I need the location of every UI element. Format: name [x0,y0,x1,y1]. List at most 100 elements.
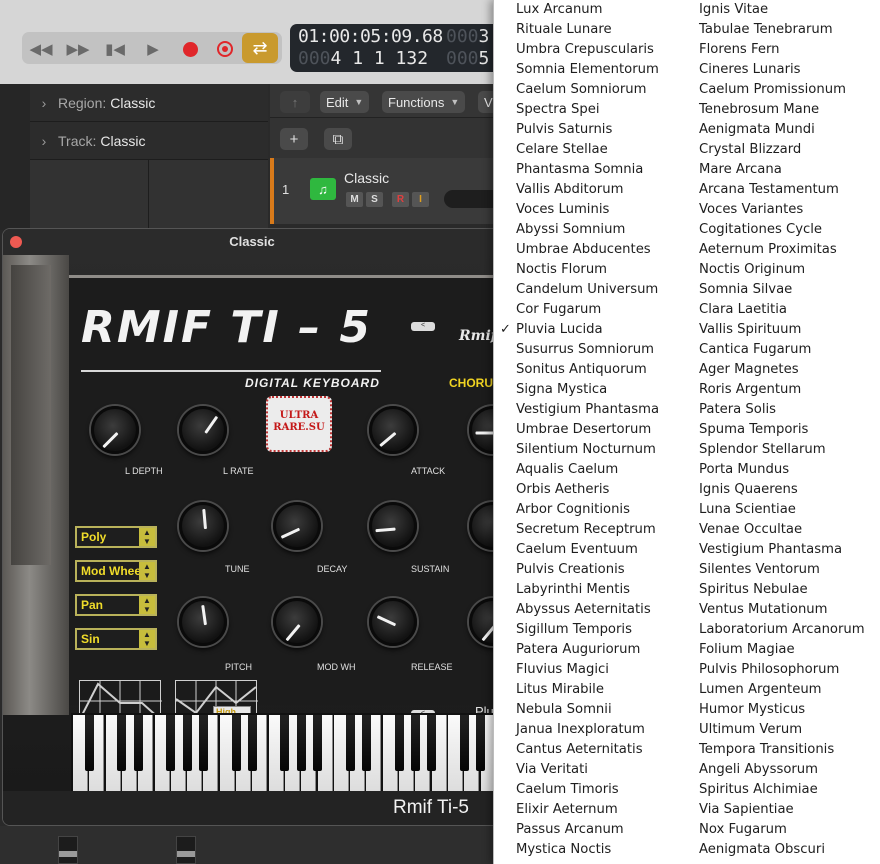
preset-menu-item[interactable]: Crystal Blizzard [699,140,801,160]
preset-menu-item[interactable]: Sigillum Temporis [516,620,632,640]
preset-menu-item[interactable]: Umbrae Abducentes [516,240,651,260]
preset-menu-item[interactable]: Clara Laetitia [699,300,787,320]
functions-menu[interactable]: Functions ▼ [382,91,466,113]
preset-menu-item[interactable]: Angeli Abyssorum [699,760,818,780]
preset-menu-item[interactable]: Signa Mystica [516,380,607,400]
black-key[interactable] [117,715,127,771]
preset-menu-item[interactable]: Via Sapientiae [699,800,794,820]
preset-menu-item[interactable]: Sonitus Antiquorum [516,360,647,380]
preset-menu-item[interactable]: Caelum Timoris [516,780,619,800]
preset-menu-item[interactable]: Cineres Lunaris [699,60,801,80]
preset-menu-item[interactable]: Roris Argentum [699,380,801,400]
black-key[interactable] [476,715,485,771]
preset-menu-item[interactable]: Aeternum Proximitas [699,240,837,260]
preset-menu-item[interactable]: Pulvis Saturnis [516,120,612,140]
page-left-button[interactable]: < [411,322,435,331]
black-key[interactable] [280,715,290,771]
track-inspector-header[interactable]: › Track: Classic [30,122,268,160]
black-key[interactable] [247,715,257,771]
preset-menu-item[interactable]: Venae Occultae [699,520,802,540]
preset-menu-item[interactable]: Splendor Stellarum [699,440,826,460]
preset-menu-item[interactable]: Ventus Mutationum [699,600,828,620]
go-to-start-icon[interactable]: ▮◀ [100,34,130,64]
preset-menu-item[interactable]: Spuma Temporis [699,420,808,440]
solo-button[interactable]: S [366,192,383,207]
black-key[interactable] [296,715,306,771]
l-rate-knob[interactable] [179,406,227,454]
decay-knob[interactable] [273,502,321,550]
preset-menu-item[interactable]: Tabulae Tenebrarum [699,20,833,40]
tune-knob[interactable] [179,502,227,550]
fast-forward-icon[interactable]: ▶▶ [63,34,93,64]
black-key[interactable] [133,715,143,771]
preset-menu-item[interactable]: Passus Arcanum [516,820,624,840]
preset-menu-item[interactable]: Aenigmata Obscuri [699,840,825,860]
preset-menu-item[interactable]: Via Veritati [516,760,588,780]
preset-menu-item[interactable]: Laboratorium Arcanorum [699,620,865,640]
preset-menu-item[interactable]: Candelum Universum [516,280,658,300]
l-depth-knob[interactable] [91,406,139,454]
duplicate-track-button[interactable]: ⧉ [324,128,352,150]
preset-menu-item[interactable]: Caelum Eventuum [516,540,638,560]
preset-menu-item[interactable]: Nox Fugarum [699,820,787,840]
preset-menu-item[interactable]: Spiritus Alchimiae [699,780,818,800]
preset-menu-item[interactable]: Pluvia Lucida [516,320,603,340]
preset-menu-item[interactable]: Cantus Aeternitatis [516,740,643,760]
preset-menu-item[interactable]: Caelum Somniorum [516,80,646,100]
preset-menu-item[interactable]: Humor Mysticus [699,700,805,720]
preset-menu-item[interactable]: Aenigmata Mundi [699,120,815,140]
preset-menu-item[interactable]: Mystica Noctis [516,840,611,860]
preset-menu-item[interactable]: Spiritus Nebulae [699,580,808,600]
play-icon[interactable]: ▶ [138,34,168,64]
preset-menu-item[interactable]: Caelum Promissionum [699,80,846,100]
attack-knob[interactable] [369,406,417,454]
record-enable-button[interactable]: R [392,192,409,207]
preset-menu-item[interactable]: Voces Luminis [516,200,609,220]
preset-menu-item[interactable]: Vestigium Phantasma [699,540,842,560]
preset-menu-item[interactable]: Ignis Quaerens [699,480,798,500]
black-key[interactable] [84,715,94,771]
release-knob[interactable] [369,598,417,646]
input-monitor-button[interactable]: I [412,192,429,207]
preset-menu-item[interactable]: Lux Arcanum [516,0,603,20]
pitch-knob[interactable] [179,598,227,646]
preset-menu-item[interactable]: Cor Fugarum [516,300,601,320]
preset-menu-item[interactable]: Phantasma Somnia [516,160,643,180]
preset-menu-item[interactable]: Ultimum Verum [699,720,802,740]
preset-menu-item[interactable]: Ager Magnetes [699,360,799,380]
preset-menu-item[interactable]: Tempora Transitionis [699,740,834,760]
preset-menu-item[interactable]: Tenebrosum Mane [699,100,819,120]
black-key[interactable] [459,715,469,771]
mute-button[interactable]: M [346,192,363,207]
preset-menu-item[interactable]: Labyrinthi Mentis [516,580,630,600]
preset-menu-item[interactable]: Somnia Elementorum [516,60,659,80]
preset-menu-item[interactable]: Fluvius Magici [516,660,609,680]
preset-menu-item[interactable]: Ignis Vitae [699,0,768,20]
add-track-button[interactable]: + [280,128,308,150]
preset-menu-item[interactable]: Susurrus Somniorum [516,340,654,360]
preset-menu-item[interactable]: Vallis Abditorum [516,180,623,200]
preset-menu-item[interactable]: Florens Fern [699,40,780,60]
sustain-knob[interactable] [369,502,417,550]
preset-menu-item[interactable]: Folium Magiae [699,640,795,660]
region-inspector-header[interactable]: › Region: Classic [30,84,268,122]
lcd-display[interactable]: 01:00:05:09.68 0004 1 1 132 0003 0005 [290,24,500,72]
preset-menu-item[interactable]: Abyssus Aeternitatis [516,600,651,620]
black-key[interactable] [166,715,176,771]
black-key[interactable] [198,715,208,771]
preset-menu-item[interactable]: Spectra Spei [516,100,600,120]
preset-menu-item[interactable]: Aqualis Caelum [516,460,618,480]
preset-menu-item[interactable]: Celare Stellae [516,140,608,160]
preset-menu-item[interactable]: Voces Variantes [699,200,803,220]
preset-menu-item[interactable]: Litus Mirabile [516,680,604,700]
mod-source-select[interactable]: Mod Wheel ▲ ▼ [75,560,157,582]
black-key[interactable] [361,715,371,771]
preset-menu-item[interactable]: Noctis Florum [516,260,607,280]
preset-menu-item[interactable]: Silentium Nocturnum [516,440,656,460]
preset-menu-item[interactable]: Porta Mundus [699,460,789,480]
lfo-wave-select[interactable]: Sin ▲ ▼ [75,628,157,650]
preset-menu-item[interactable]: Pulvis Creationis [516,560,625,580]
edit-menu[interactable]: Edit ▼ [320,91,370,113]
preset-menu-item[interactable]: Silentes Ventorum [699,560,820,580]
black-key[interactable] [410,715,420,771]
